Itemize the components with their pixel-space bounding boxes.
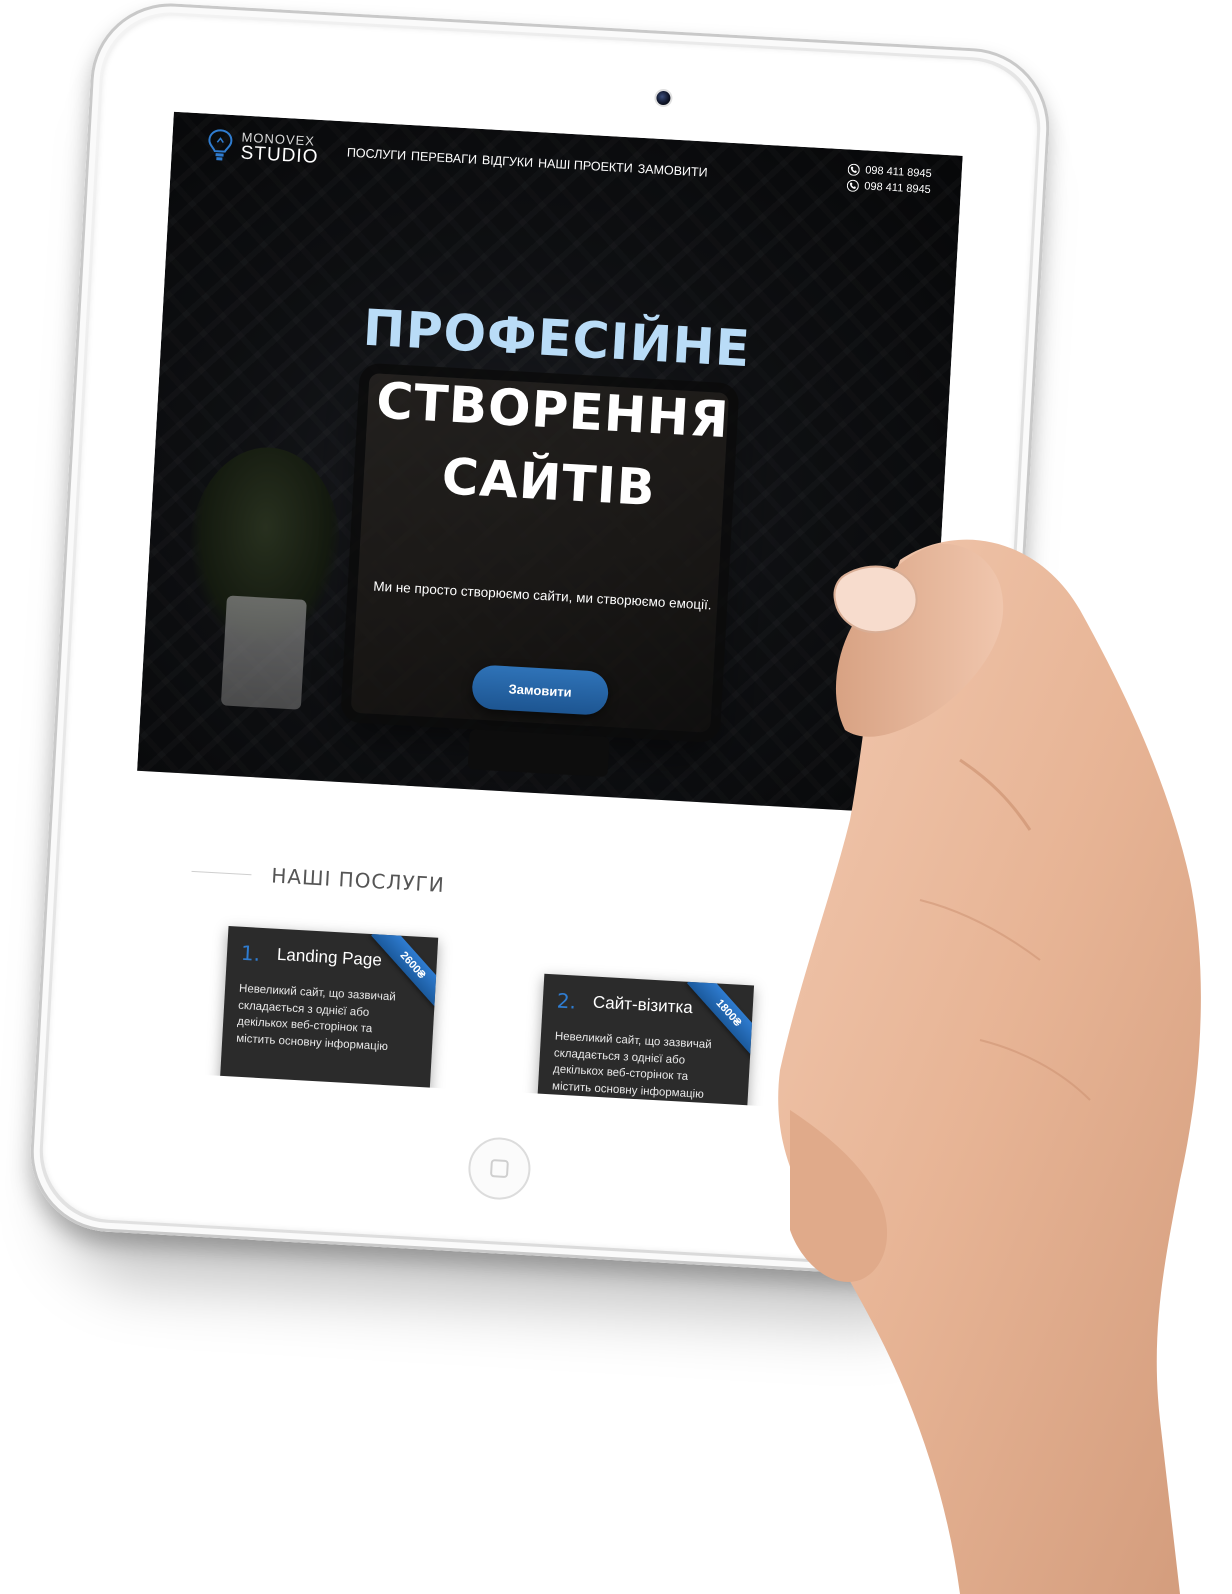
phone-icon bbox=[846, 179, 859, 192]
nav-item-services[interactable]: ПОСЛУГИ bbox=[347, 145, 407, 162]
main-nav: ПОСЛУГИ ПЕРЕВАГИ ВІДГУКИ НАШІ ПРОЕКТИ ЗА… bbox=[347, 145, 708, 179]
service-card-title: Сайт-візитка bbox=[592, 992, 694, 1018]
service-card-number: 2. bbox=[556, 988, 577, 1014]
contact-phones: 098 411 8945 098 411 8945 bbox=[846, 163, 932, 196]
home-button-icon bbox=[489, 1159, 509, 1179]
site-logo[interactable]: MONOVEX STUDIO bbox=[206, 128, 320, 168]
nav-item-reviews[interactable]: ВІДГУКИ bbox=[482, 153, 534, 170]
logo-line2: STUDIO bbox=[240, 142, 319, 168]
service-card-description: Невеликий сайт, що зазвичай складається … bbox=[551, 1030, 712, 1101]
phone-row-1[interactable]: 098 411 8945 bbox=[847, 163, 932, 180]
order-button[interactable]: Замовити bbox=[471, 664, 610, 716]
tablet-screen: MONOVEX STUDIO ПОСЛУГИ ПЕРЕВАГИ ВІДГУКИ … bbox=[120, 111, 963, 1115]
nav-item-order[interactable]: ЗАМОВИТИ bbox=[637, 162, 708, 180]
phone-number-2: 098 411 8945 bbox=[864, 180, 932, 197]
nav-item-projects[interactable]: НАШІ ПРОЕКТИ bbox=[538, 156, 633, 175]
phone-icon bbox=[847, 163, 860, 176]
photo-stage: MONOVEX STUDIO ПОСЛУГИ ПЕРЕВАГИ ВІДГУКИ … bbox=[0, 0, 1232, 1594]
phone-row-2[interactable]: 098 411 8945 bbox=[846, 179, 931, 196]
service-card-business-card-site[interactable]: 2. Сайт-візитка Невеликий сайт, що зазви… bbox=[534, 973, 755, 1115]
phone-number-1: 098 411 8945 bbox=[864, 164, 932, 181]
service-card-number: 1. bbox=[240, 940, 261, 966]
tablet-device: MONOVEX STUDIO ПОСЛУГИ ПЕРЕВАГИ ВІДГУКИ … bbox=[26, 0, 1054, 1330]
lightbulb-icon bbox=[208, 129, 233, 161]
hero-section: MONOVEX STUDIO ПОСЛУГИ ПЕРЕВАГИ ВІДГУКИ … bbox=[137, 111, 963, 815]
service-card-title: Landing Page bbox=[276, 944, 383, 970]
nav-item-advantages[interactable]: ПЕРЕВАГИ bbox=[411, 149, 478, 167]
device-body: MONOVEX STUDIO ПОСЛУГИ ПЕРЕВАГИ ВІДГУКИ … bbox=[26, 0, 1054, 1281]
service-card-description: Невеликий сайт, що зазвичай складається … bbox=[235, 982, 397, 1054]
